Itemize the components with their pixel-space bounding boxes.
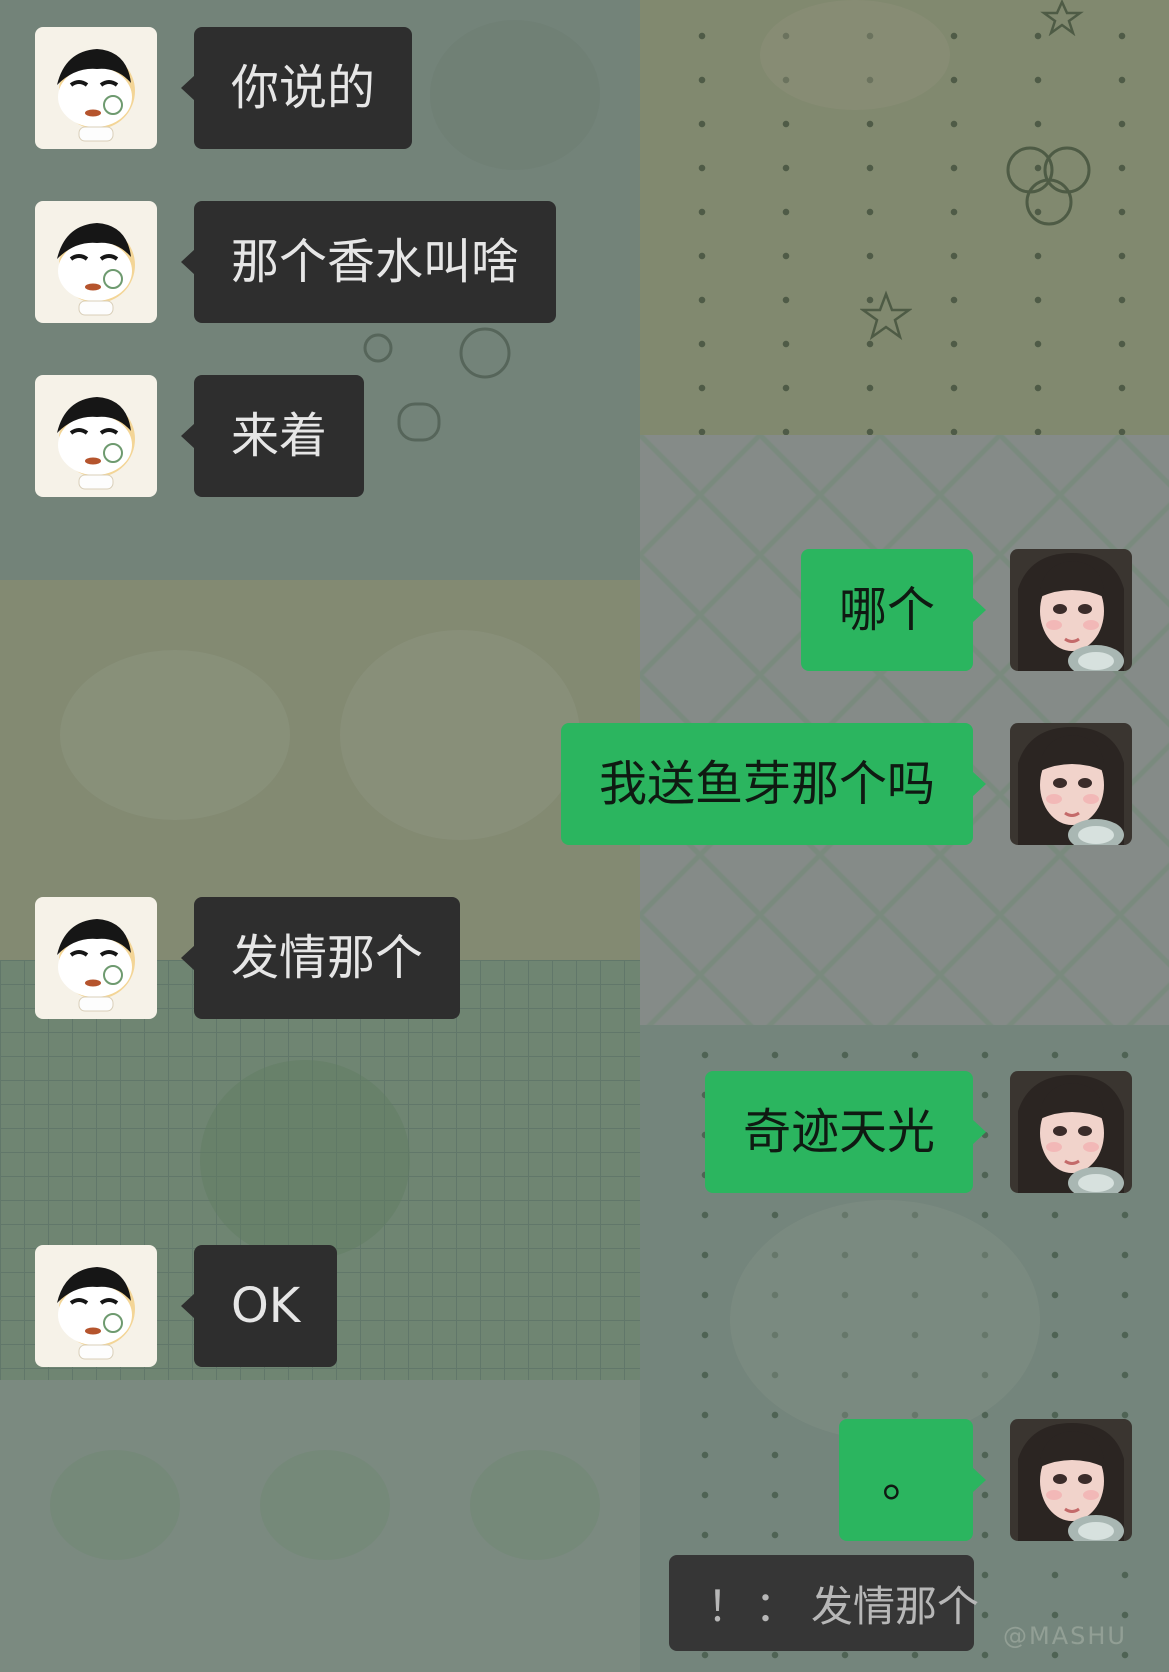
message-bubble[interactable]: 那个香水叫啥 xyxy=(180,201,557,323)
bunny-doodle-icon xyxy=(730,1200,1040,1440)
message-bubble[interactable]: OK xyxy=(180,1245,338,1367)
crayon-shin-chan-avatar-icon xyxy=(35,27,157,149)
quoted-message[interactable]: ！ ： 发情那个 xyxy=(669,1555,979,1651)
contact-avatar[interactable] xyxy=(35,375,157,497)
message-bubble[interactable]: 奇迹天光 xyxy=(704,1071,987,1193)
character-doodle-icon xyxy=(760,0,950,110)
message-bubble[interactable]: 发情那个 xyxy=(180,897,461,1019)
message-text: 来着 xyxy=(231,408,328,464)
message-text: OK xyxy=(231,1278,301,1334)
contact-avatar[interactable] xyxy=(35,201,157,323)
chat-message-outgoing: 。 xyxy=(0,1419,1169,1541)
crayon-shin-chan-avatar-icon xyxy=(35,1245,157,1367)
girl-selfie-avatar-icon xyxy=(1010,549,1132,671)
self-avatar[interactable] xyxy=(1010,1071,1132,1193)
crayon-shin-chan-avatar-icon xyxy=(35,201,157,323)
crayon-shin-chan-avatar-icon xyxy=(35,897,157,1019)
girl-selfie-avatar-icon xyxy=(1010,723,1132,845)
message-text: 。 xyxy=(881,1452,930,1508)
message-bubble[interactable]: 我送鱼芽那个吗 xyxy=(560,723,987,845)
message-bubble[interactable]: 你说的 xyxy=(180,27,413,149)
self-avatar[interactable] xyxy=(1010,1419,1132,1541)
wallpaper-watermark: @MASHU xyxy=(1003,1622,1127,1650)
message-text: 哪个 xyxy=(838,582,935,638)
contact-avatar[interactable] xyxy=(35,897,157,1019)
self-avatar[interactable] xyxy=(1010,549,1132,671)
message-bubble[interactable]: 。 xyxy=(839,1419,986,1541)
message-bubble[interactable]: 来着 xyxy=(180,375,365,497)
message-text: 发情那个 xyxy=(231,930,424,986)
message-text: 你说的 xyxy=(231,60,376,116)
message-bubble[interactable]: 哪个 xyxy=(800,549,987,671)
contact-avatar[interactable] xyxy=(35,27,157,149)
quote-sender: ！ xyxy=(707,1581,750,1631)
chat-message-outgoing: 奇迹天光 xyxy=(0,1071,1169,1193)
girl-selfie-avatar-icon xyxy=(1010,1419,1132,1541)
chat-message-outgoing: 我送鱼芽那个吗 xyxy=(0,723,1169,845)
self-avatar[interactable] xyxy=(1010,723,1132,845)
message-text: 我送鱼芽那个吗 xyxy=(598,756,935,812)
chat-message-outgoing: 哪个 xyxy=(0,549,1169,671)
message-text: 那个香水叫啥 xyxy=(231,234,520,290)
clover-doodle-icon xyxy=(430,20,600,170)
quote-separator: ： xyxy=(755,1581,798,1631)
girl-selfie-avatar-icon xyxy=(1010,1071,1132,1193)
contact-avatar[interactable] xyxy=(35,1245,157,1367)
message-text: 奇迹天光 xyxy=(742,1104,935,1160)
quote-text: 发情那个 xyxy=(811,1581,980,1631)
crayon-shin-chan-avatar-icon xyxy=(35,375,157,497)
